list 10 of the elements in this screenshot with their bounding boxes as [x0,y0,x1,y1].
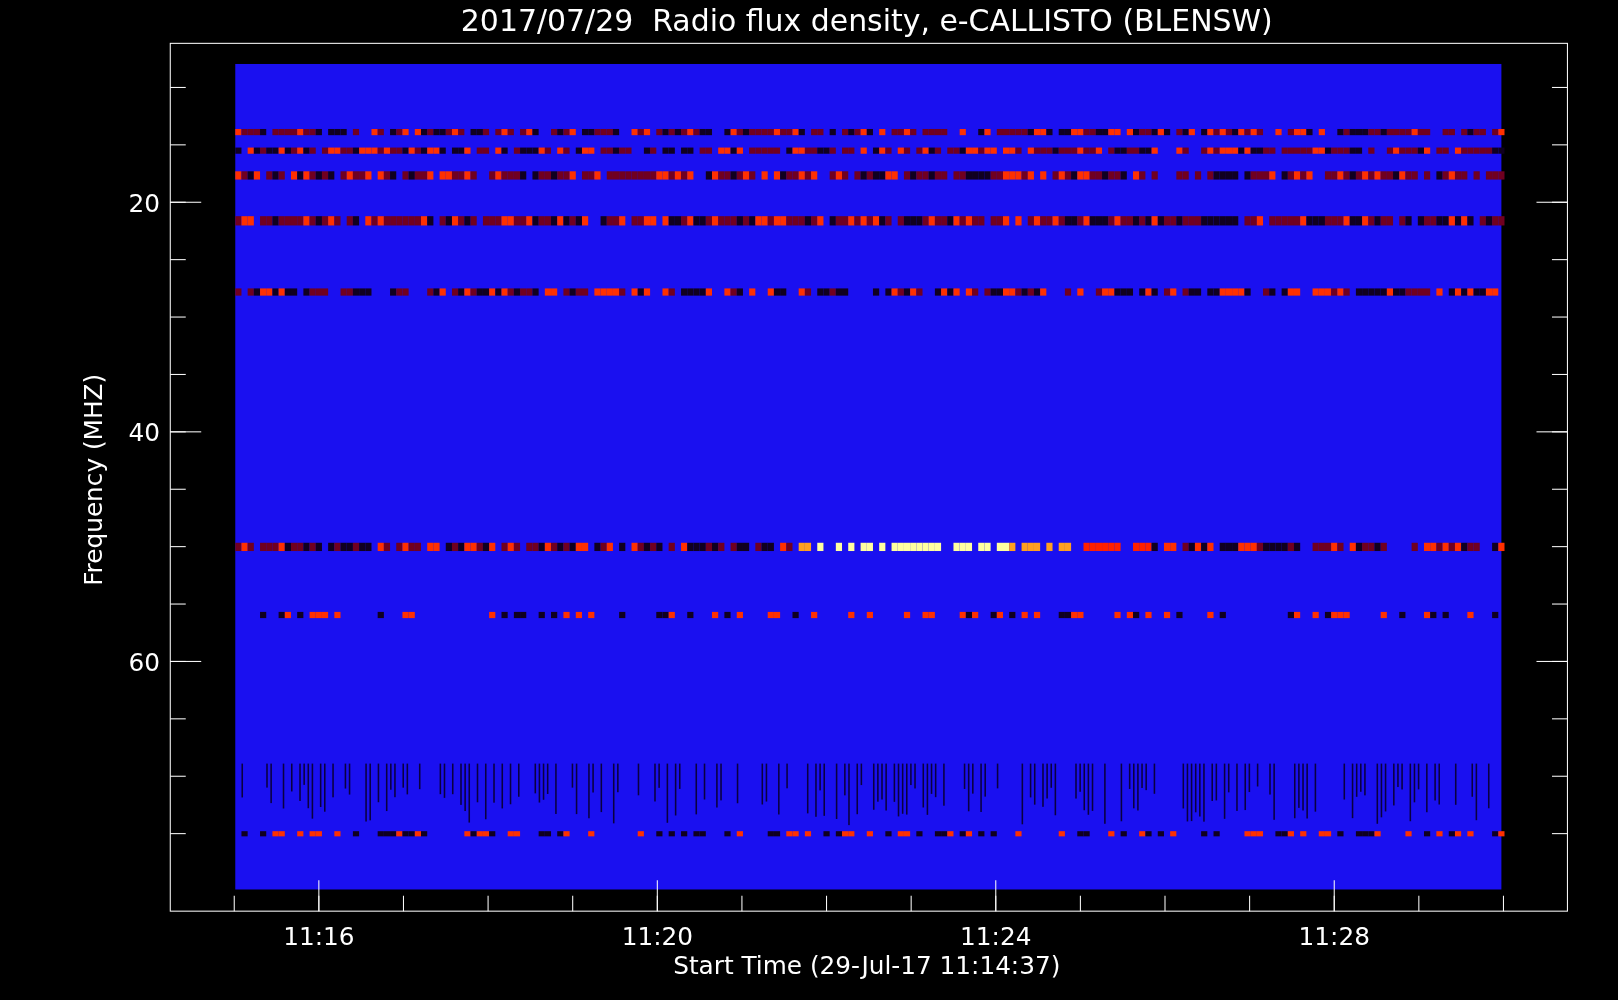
y-tick-label: 20 [128,188,160,218]
x-tick-label: 11:24 [960,922,1032,952]
chart-title: 2017/07/29 Radio flux density, e-CALLISTO (BLENSW) [460,2,1273,38]
x-tick-label: 11:20 [621,922,693,952]
y-tick-label: 40 [128,418,160,448]
x-tick-label: 11:16 [283,922,355,952]
x-tick-label: 11:28 [1298,922,1370,952]
y-tick-label: 60 [128,647,160,677]
x-axis-label: Start Time (29-Jul-17 11:14:37) [673,951,1061,981]
y-axis-label: Frequency (MHZ) [79,373,109,586]
